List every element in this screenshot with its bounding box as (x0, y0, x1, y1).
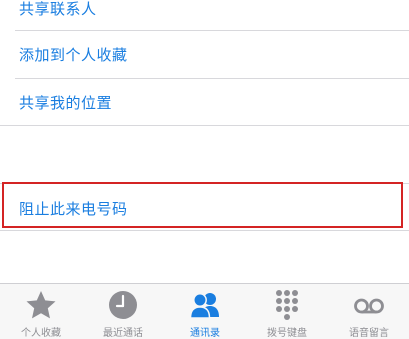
tab-contacts-label: 通讯录 (190, 328, 220, 339)
tab-favorites-label: 个人收藏 (21, 328, 61, 339)
tab-voicemail-label: 语音留言 (349, 328, 389, 339)
share-location-row[interactable]: 共享我的位置 (0, 79, 409, 127)
tab-voicemail[interactable]: 语音留言 (328, 284, 409, 339)
add-to-favorites-row[interactable]: 添加到个人收藏 (0, 31, 409, 79)
highlight-box (2, 182, 403, 228)
share-contact-label: 共享联系人 (19, 0, 97, 18)
share-location-label: 共享我的位置 (19, 94, 113, 112)
tab-recents-label: 最近通话 (103, 328, 143, 339)
tab-favorites[interactable]: 个人收藏 (0, 284, 82, 339)
tab-bar: 个人收藏 最近通话 通讯录 拨号键盘 语音留言 (0, 283, 409, 339)
divider (0, 230, 409, 231)
add-to-favorites-label: 添加到个人收藏 (19, 46, 128, 64)
voicemail-icon (354, 298, 384, 314)
star-icon (26, 291, 56, 319)
keypad-icon (276, 290, 298, 320)
clock-icon (109, 291, 137, 319)
contacts-icon (189, 293, 219, 319)
share-contact-row[interactable]: 共享联系人 (0, 0, 409, 34)
tab-contacts[interactable]: 通讯录 (164, 284, 246, 339)
contact-actions-screen: 共享联系人 添加到个人收藏 共享我的位置 阻止此来电号码 个人收藏 最近通话 通… (0, 0, 409, 339)
tab-recents[interactable]: 最近通话 (82, 284, 164, 339)
divider (0, 125, 409, 126)
tab-keypad[interactable]: 拨号键盘 (246, 284, 328, 339)
tab-keypad-label: 拨号键盘 (267, 328, 307, 339)
